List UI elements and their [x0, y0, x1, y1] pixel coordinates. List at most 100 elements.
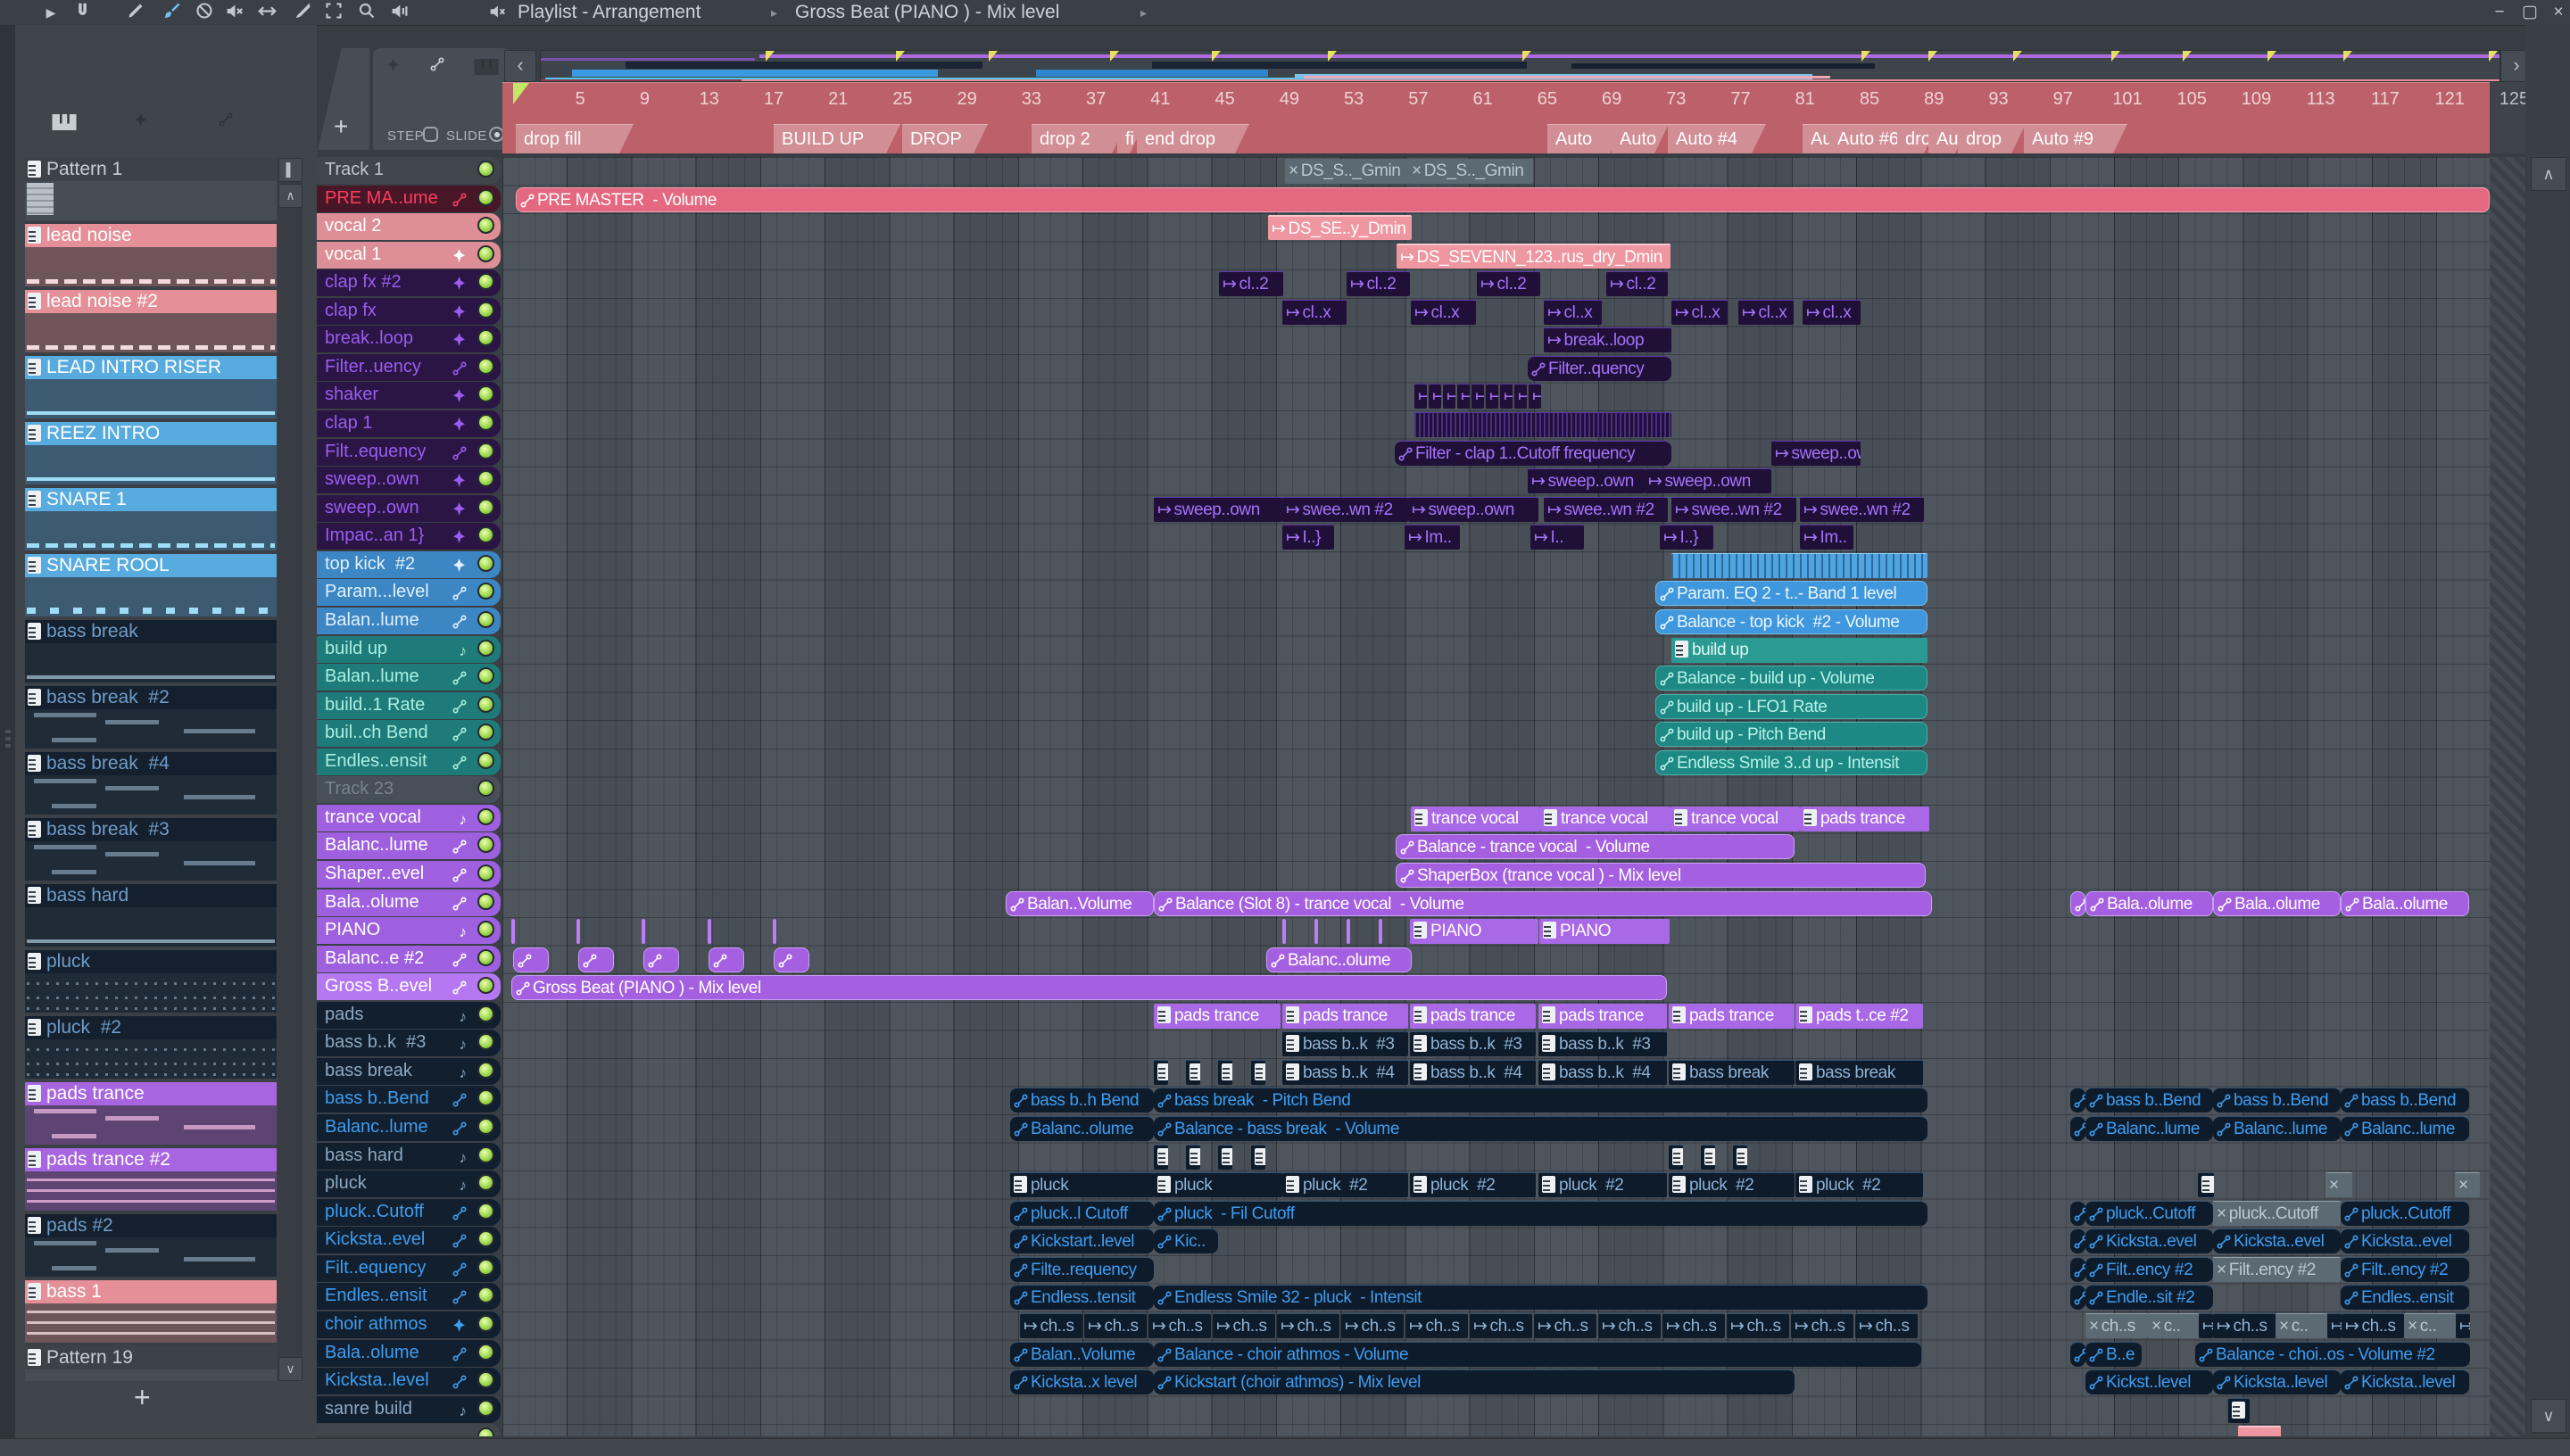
automation-clip[interactable]: [709, 947, 744, 972]
track-header[interactable]: Bala..olume: [317, 1339, 501, 1367]
automation-clip[interactable]: [2070, 1256, 2085, 1282]
track-header[interactable]: Balanc..lume: [317, 1114, 501, 1142]
automation-clip[interactable]: Kickst..level: [2085, 1369, 2213, 1395]
pattern-clip[interactable]: pluck #2: [1410, 1172, 1536, 1198]
automation-clip[interactable]: [643, 947, 679, 972]
audio-clip[interactable]: ↦: [1486, 384, 1498, 410]
track-mute-led[interactable]: [477, 385, 494, 403]
automation-clip[interactable]: build up - LFO1 Rate: [1655, 693, 1928, 719]
pattern-clip[interactable]: pads trance: [1154, 1003, 1281, 1029]
track-mute-led[interactable]: [477, 836, 494, 854]
track-mute-led[interactable]: [477, 1343, 494, 1361]
audio-clip[interactable]: × c..: [2148, 1312, 2199, 1338]
track-mute-led[interactable]: [477, 1202, 494, 1220]
paint-icon[interactable]: [157, 2, 187, 23]
track-mute-led[interactable]: [477, 1314, 494, 1332]
audio-clip[interactable]: ↦ break..loop: [1544, 327, 1671, 353]
automation-clip[interactable]: Endless Smile 3..d up - Intensit: [1655, 749, 1928, 775]
audio-clip[interactable]: ↦sweep..own: [1645, 468, 1771, 494]
audio-clip[interactable]: ↦: [1429, 384, 1441, 410]
automation-clip[interactable]: [2070, 1341, 2085, 1367]
pattern-item[interactable]: Pattern 1: [25, 158, 277, 222]
track-mute-led[interactable]: [477, 470, 494, 488]
automation-clip[interactable]: Filt..ency #2: [2341, 1256, 2469, 1282]
audio-clip[interactable]: ↦: [1457, 384, 1470, 410]
audio-clip[interactable]: ↦ ch..s: [2342, 1312, 2404, 1338]
track-mute-led[interactable]: [477, 217, 494, 235]
pattern-clip[interactable]: pads t..ce #2: [1795, 1003, 1923, 1029]
pattern-clip[interactable]: bass b..k #3: [1282, 1031, 1408, 1057]
track-header[interactable]: Balanc..lume: [317, 832, 501, 860]
audio-clip[interactable]: [1414, 412, 1671, 438]
automation-clip[interactable]: [2070, 1088, 2085, 1113]
playlist-grid[interactable]: × DS_S.._Gmin × DS_S.._Gmin PRE MASTER - Vol…: [502, 157, 2525, 1436]
track-header[interactable]: Track 23: [317, 776, 501, 804]
timeline-marker[interactable]: Auto #9: [2024, 124, 2127, 153]
track-header[interactable]: [317, 1424, 501, 1436]
audio-clip[interactable]: ↦ cl..x: [1671, 299, 1728, 325]
track-header[interactable]: shaker: [317, 382, 501, 410]
automation-clip[interactable]: B..e: [2085, 1341, 2142, 1367]
audio-clip[interactable]: × pluck..Cutoff: [2213, 1200, 2341, 1226]
track-header[interactable]: sweep..own: [317, 467, 501, 494]
playlist-speaker-icon[interactable]: [482, 2, 512, 23]
automation-clip[interactable]: Endles..ensit: [2341, 1285, 2469, 1311]
pattern-item[interactable]: pads trance: [25, 1082, 277, 1146]
pattern-clip[interactable]: [1218, 1144, 1232, 1170]
pattern-clip[interactable]: bass b..k #4: [1410, 1059, 1536, 1085]
pencil-icon[interactable]: [120, 2, 151, 23]
track-header[interactable]: sanre build ♪: [317, 1395, 501, 1423]
pattern-clip[interactable]: [1186, 1144, 1200, 1170]
pattern-clip[interactable]: [1154, 1059, 1168, 1085]
pattern-clip[interactable]: pads trance: [1282, 1003, 1408, 1029]
close-button[interactable]: ×: [2545, 0, 2570, 25]
track-mute-led[interactable]: [477, 1118, 494, 1136]
timeline-ruler[interactable]: 5 9 13 17 21 25 29 33 37 41 45 49 53 57 61 65 69 73 77 81 85…: [502, 82, 2525, 153]
pattern-item[interactable]: bass break: [25, 620, 277, 684]
track-mute-led[interactable]: [477, 1427, 494, 1436]
tick-clip[interactable]: [1379, 919, 1382, 945]
track-header[interactable]: Filter..uency: [317, 353, 501, 381]
pattern-clip[interactable]: [1218, 1059, 1232, 1085]
automation-clip[interactable]: [2070, 1285, 2085, 1311]
audio-clip[interactable]: ↦: [2456, 1312, 2470, 1338]
track-header[interactable]: Gross B..evel: [317, 973, 501, 1001]
pattern-item[interactable]: bass break #4: [25, 752, 277, 816]
track-mute-led[interactable]: [477, 414, 494, 432]
track-header[interactable]: pluck..Cutoff: [317, 1198, 501, 1226]
pattern-clip[interactable]: [2228, 1397, 2250, 1423]
pattern-list-scrollbar[interactable]: [278, 158, 303, 1381]
track-mute-led[interactable]: [477, 751, 494, 769]
audio-clip[interactable]: ↦ DS_SE..y_Dmin: [1268, 215, 1412, 241]
track-mute-led[interactable]: [477, 695, 494, 713]
track-header[interactable]: clap fx #2: [317, 269, 501, 297]
track-header[interactable]: trance vocal ♪: [317, 804, 501, 831]
track-mute-led[interactable]: [477, 526, 494, 544]
pattern-clip[interactable]: [1733, 1144, 1747, 1170]
automation-clip[interactable]: Balanc..lume: [2085, 1116, 2213, 1142]
audio-clip[interactable]: × c..: [2276, 1312, 2327, 1338]
audio-clip[interactable]: ↦: [1443, 384, 1455, 410]
audio-clip[interactable]: [1671, 552, 1928, 578]
pattern-clip[interactable]: [1701, 1144, 1715, 1170]
tick-clip[interactable]: [642, 919, 645, 945]
audio-clip[interactable]: ↦sweep..own: [1408, 496, 1538, 522]
audio-clip[interactable]: ↦ ch..s: [1213, 1312, 1275, 1338]
automation-clip[interactable]: [578, 947, 614, 972]
track-mute-led[interactable]: [477, 583, 494, 600]
track-header[interactable]: bass hard ♪: [317, 1142, 501, 1170]
track-header[interactable]: clap 1: [317, 410, 501, 438]
track-mute-led[interactable]: [477, 639, 494, 657]
track-header[interactable]: break..loop: [317, 326, 501, 353]
automation-clip[interactable]: Balanc..olume: [1010, 1116, 1154, 1142]
audio-clip[interactable]: ↦ cl..2: [1606, 271, 1668, 297]
automation-clip[interactable]: Kicksta..level: [2213, 1369, 2341, 1395]
track-header[interactable]: Shaper..evel: [317, 861, 501, 888]
automation-clip[interactable]: Filt..ency #2: [2085, 1256, 2213, 1282]
audio-clip[interactable]: ↦sweep..own: [1528, 468, 1645, 494]
track-header[interactable]: Endles..ensit: [317, 748, 501, 775]
audio-clip[interactable]: ↦: [1414, 384, 1427, 410]
pattern-clip[interactable]: pluck #2: [1282, 1172, 1408, 1198]
pattern-item[interactable]: lead noise: [25, 224, 277, 288]
menu-arrow-icon[interactable]: ▶: [36, 2, 66, 23]
